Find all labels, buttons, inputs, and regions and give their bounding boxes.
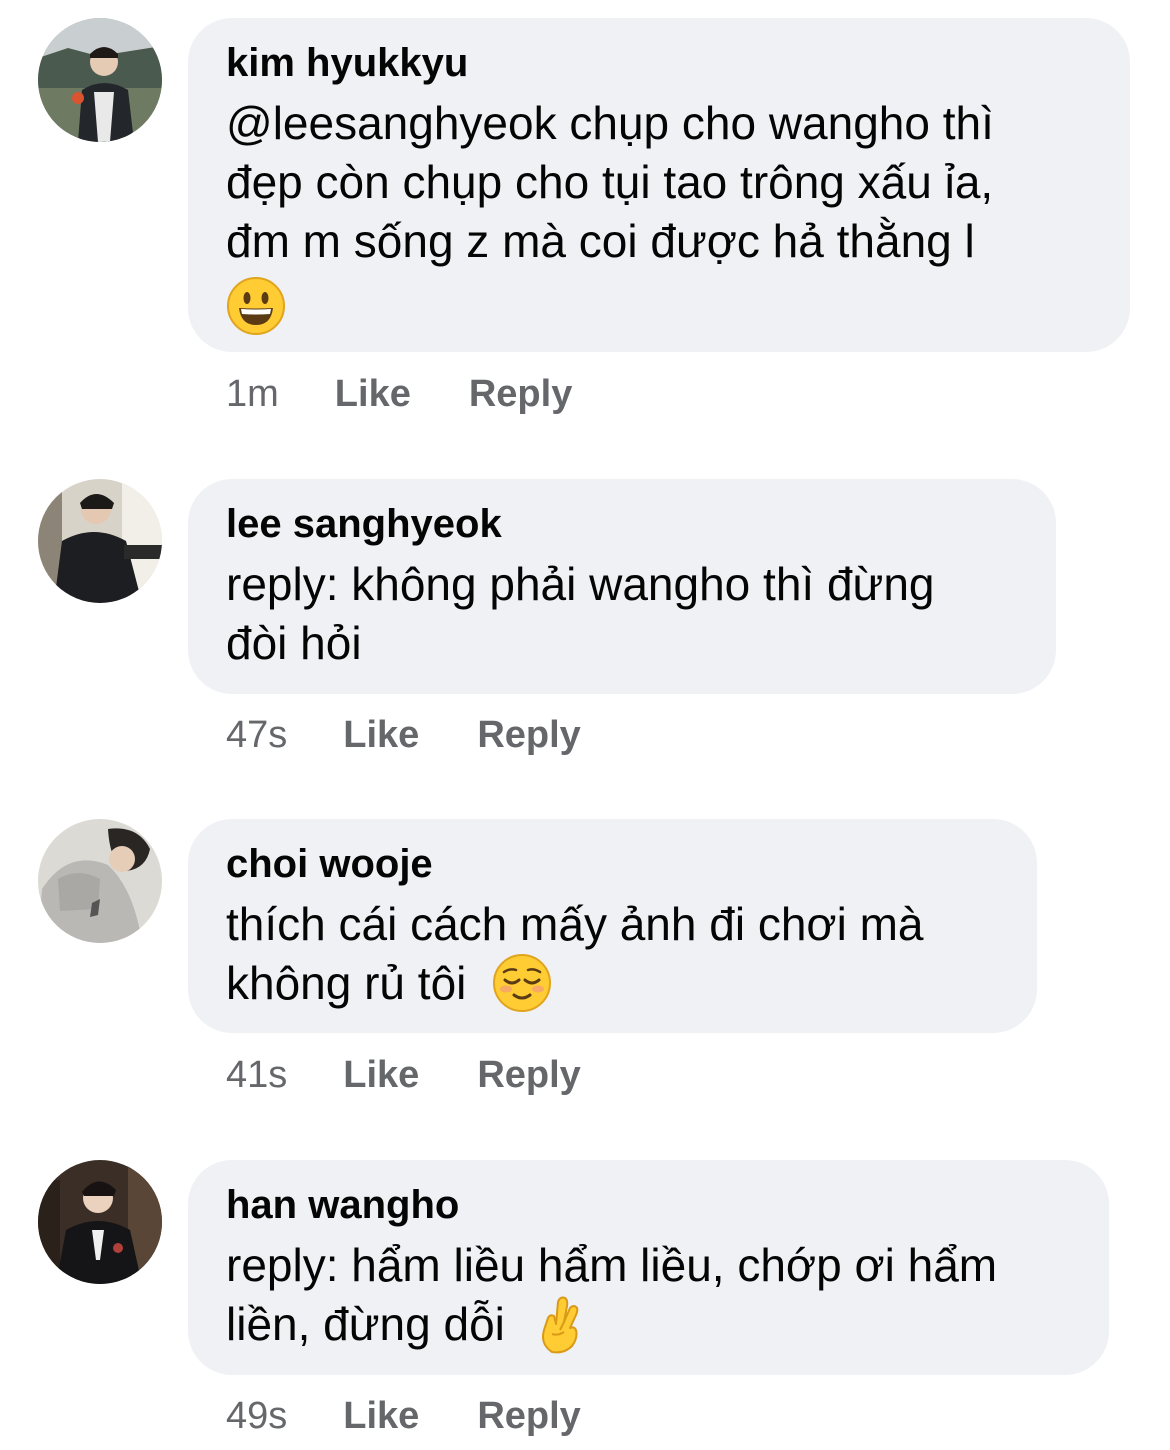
comment-text-line: đòi hỏi: [226, 617, 362, 669]
comment-bubble: kim hyukkyu @leesanghyeok chụp cho wangh…: [188, 18, 1130, 352]
avatar[interactable]: [38, 479, 162, 603]
comment-actions: 41s Like Reply: [226, 1053, 581, 1097]
comment-actions: 49s Like Reply: [226, 1394, 581, 1438]
comment-text-line: đẹp còn chụp cho tụi tao trông xấu ỉa,: [226, 156, 994, 208]
comment-text-line: @leesanghyeok chụp cho wangho thì: [226, 97, 994, 149]
comment-timestamp: 47s: [226, 714, 288, 756]
like-button[interactable]: Like: [343, 713, 419, 757]
comment-text: @leesanghyeok chụp cho wangho thì đẹp cò…: [226, 94, 1092, 335]
comment-actions: 1m Like Reply: [226, 372, 572, 416]
like-button[interactable]: Like: [343, 1394, 419, 1438]
comment-text: thích cái cách mấy ảnh đi chơi mà không …: [226, 895, 999, 1017]
comment-bubble: lee sanghyeok reply: không phải wangho t…: [188, 479, 1056, 694]
comment-text: reply: không phải wangho thì đừng đòi hỏ…: [226, 555, 1018, 673]
reply-button[interactable]: Reply: [469, 372, 572, 416]
relieved-face-icon: [492, 953, 551, 1012]
comment-author[interactable]: kim hyukkyu: [226, 38, 1092, 88]
comment-text-line-with-emoji: không rủ tôi: [226, 953, 999, 1017]
like-button[interactable]: Like: [335, 372, 411, 416]
comment-bubble: choi wooje thích cái cách mấy ảnh đi chơ…: [188, 819, 1037, 1033]
grinning-face-icon: [227, 276, 285, 335]
comment-text-line: thích cái cách mấy ảnh đi chơi mà: [226, 898, 924, 950]
comment-text-line-with-emoji: liền, đừng dỗi: [226, 1295, 1071, 1358]
comment-timestamp: 49s: [226, 1395, 288, 1437]
avatar[interactable]: [38, 819, 162, 943]
comment-actions: 47s Like Reply: [226, 713, 581, 757]
comment-timestamp: 1m: [226, 373, 279, 415]
reply-button[interactable]: Reply: [477, 1053, 580, 1097]
reply-button[interactable]: Reply: [477, 1394, 580, 1438]
comment-bubble: han wangho reply: hẩm liều hẩm liều, chớ…: [188, 1160, 1109, 1375]
crossed-fingers-icon: [542, 1296, 579, 1354]
comment-author[interactable]: han wangho: [226, 1180, 1071, 1230]
comment-text-line: reply: hẩm liều hẩm liều, chớp ơi hẩm: [226, 1239, 998, 1291]
reply-button[interactable]: Reply: [477, 713, 580, 757]
comment-text-line: đm m sống z mà coi được hả thằng l: [226, 215, 975, 267]
avatar[interactable]: [38, 1160, 162, 1284]
comment-author[interactable]: choi wooje: [226, 839, 999, 889]
comment-author[interactable]: lee sanghyeok: [226, 499, 1018, 549]
like-button[interactable]: Like: [343, 1053, 419, 1097]
comment-text-line: liền, đừng dỗi: [226, 1298, 505, 1350]
comment-text-line: reply: không phải wangho thì đừng: [226, 558, 935, 610]
comment-text: reply: hẩm liều hẩm liều, chớp ơi hẩm li…: [226, 1236, 1071, 1358]
comment-emoji-line: [226, 271, 1092, 335]
avatar[interactable]: [38, 18, 162, 142]
comment-timestamp: 41s: [226, 1054, 288, 1096]
comment-text-line: không rủ tôi: [226, 957, 467, 1009]
